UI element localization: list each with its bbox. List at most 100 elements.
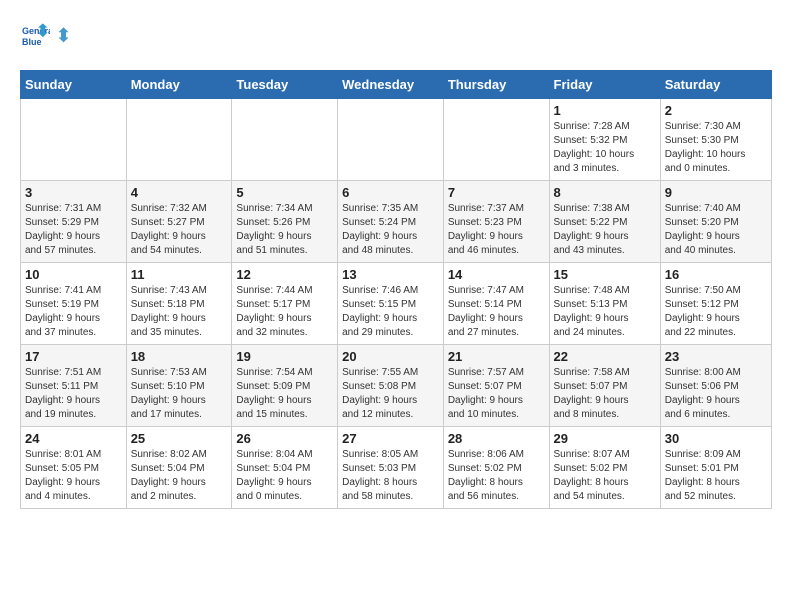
header-cell-saturday: Saturday [660, 71, 771, 99]
header-cell-wednesday: Wednesday [338, 71, 444, 99]
day-number: 4 [131, 185, 228, 200]
day-info: Sunrise: 7:57 AM Sunset: 5:07 PM Dayligh… [448, 366, 545, 422]
calendar-table: SundayMondayTuesdayWednesdayThursdayFrid… [20, 70, 772, 509]
day-info: Sunrise: 7:38 AM Sunset: 5:22 PM Dayligh… [554, 202, 656, 258]
day-info: Sunrise: 7:37 AM Sunset: 5:23 PM Dayligh… [448, 202, 545, 258]
day-cell: 25 Sunrise: 8:02 AM Sunset: 5:04 PM Dayli… [126, 427, 232, 509]
week-row-0: 1 Sunrise: 7:28 AM Sunset: 5:32 PM Daylig… [21, 99, 772, 181]
day-number: 23 [665, 349, 767, 364]
day-number: 12 [236, 267, 333, 282]
day-info: Sunrise: 7:32 AM Sunset: 5:27 PM Dayligh… [131, 202, 228, 258]
day-number: 14 [448, 267, 545, 282]
day-number: 2 [665, 103, 767, 118]
header-cell-thursday: Thursday [443, 71, 549, 99]
day-number: 18 [131, 349, 228, 364]
day-number: 10 [25, 267, 122, 282]
day-info: Sunrise: 7:48 AM Sunset: 5:13 PM Dayligh… [554, 284, 656, 340]
day-info: Sunrise: 7:51 AM Sunset: 5:11 PM Dayligh… [25, 366, 122, 422]
day-cell: 21 Sunrise: 7:57 AM Sunset: 5:07 PM Dayli… [443, 345, 549, 427]
header-cell-sunday: Sunday [21, 71, 127, 99]
day-info: Sunrise: 7:50 AM Sunset: 5:12 PM Dayligh… [665, 284, 767, 340]
day-number: 28 [448, 431, 545, 446]
day-cell [443, 99, 549, 181]
day-number: 1 [554, 103, 656, 118]
day-cell: 11Sunrise: 7:43 AM Sunset: 5:18 PM Dayli… [126, 263, 232, 345]
week-row-4: 24 Sunrise: 8:01 AM Sunset: 5:05 PM Dayli… [21, 427, 772, 509]
day-cell: 15 Sunrise: 7:48 AM Sunset: 5:13 PM Dayli… [549, 263, 660, 345]
day-info: Sunrise: 7:28 AM Sunset: 5:32 PM Dayligh… [554, 120, 656, 176]
day-info: Sunrise: 8:07 AM Sunset: 5:02 PM Dayligh… [554, 448, 656, 504]
day-number: 19 [236, 349, 333, 364]
day-number: 16 [665, 267, 767, 282]
day-cell: 16 Sunrise: 7:50 AM Sunset: 5:12 PM Dayli… [660, 263, 771, 345]
day-number: 6 [342, 185, 439, 200]
day-cell: 9 Sunrise: 7:40 AM Sunset: 5:20 PM Daylig… [660, 181, 771, 263]
day-number: 7 [448, 185, 545, 200]
day-number: 21 [448, 349, 545, 364]
day-number: 22 [554, 349, 656, 364]
day-info: Sunrise: 7:46 AM Sunset: 5:15 PM Dayligh… [342, 284, 439, 340]
day-cell [21, 99, 127, 181]
day-cell: 28Sunrise: 8:06 AM Sunset: 5:02 PM Dayli… [443, 427, 549, 509]
day-number: 25 [131, 431, 228, 446]
header-cell-tuesday: Tuesday [232, 71, 338, 99]
day-number: 17 [25, 349, 122, 364]
day-info: Sunrise: 8:01 AM Sunset: 5:05 PM Dayligh… [25, 448, 122, 504]
day-cell: 10Sunrise: 7:41 AM Sunset: 5:19 PM Dayli… [21, 263, 127, 345]
day-info: Sunrise: 8:00 AM Sunset: 5:06 PM Dayligh… [665, 366, 767, 422]
svg-text:Blue: Blue [22, 37, 42, 47]
day-info: Sunrise: 8:02 AM Sunset: 5:04 PM Dayligh… [131, 448, 228, 504]
day-cell: 22 Sunrise: 7:58 AM Sunset: 5:07 PM Dayli… [549, 345, 660, 427]
day-number: 26 [236, 431, 333, 446]
day-info: Sunrise: 7:54 AM Sunset: 5:09 PM Dayligh… [236, 366, 333, 422]
week-row-3: 17 Sunrise: 7:51 AM Sunset: 5:11 PM Dayli… [21, 345, 772, 427]
day-cell: 12 Sunrise: 7:44 AM Sunset: 5:17 PM Dayli… [232, 263, 338, 345]
day-info: Sunrise: 7:34 AM Sunset: 5:26 PM Dayligh… [236, 202, 333, 258]
day-cell: 3 Sunrise: 7:31 AM Sunset: 5:29 PM Daylig… [21, 181, 127, 263]
day-cell: 8 Sunrise: 7:38 AM Sunset: 5:22 PM Daylig… [549, 181, 660, 263]
day-info: Sunrise: 7:55 AM Sunset: 5:08 PM Dayligh… [342, 366, 439, 422]
day-cell [338, 99, 444, 181]
day-cell: 5 Sunrise: 7:34 AM Sunset: 5:26 PM Daylig… [232, 181, 338, 263]
day-cell: 4 Sunrise: 7:32 AM Sunset: 5:27 PM Daylig… [126, 181, 232, 263]
day-info: Sunrise: 8:04 AM Sunset: 5:04 PM Dayligh… [236, 448, 333, 504]
calendar-header: SundayMondayTuesdayWednesdayThursdayFrid… [21, 71, 772, 99]
day-cell: 17 Sunrise: 7:51 AM Sunset: 5:11 PM Dayli… [21, 345, 127, 427]
day-cell [126, 99, 232, 181]
day-info: Sunrise: 7:40 AM Sunset: 5:20 PM Dayligh… [665, 202, 767, 258]
week-row-1: 3 Sunrise: 7:31 AM Sunset: 5:29 PM Daylig… [21, 181, 772, 263]
day-number: 9 [665, 185, 767, 200]
day-cell: 26 Sunrise: 8:04 AM Sunset: 5:04 PM Dayli… [232, 427, 338, 509]
day-cell: 1 Sunrise: 7:28 AM Sunset: 5:32 PM Daylig… [549, 99, 660, 181]
day-cell: 29 Sunrise: 8:07 AM Sunset: 5:02 PM Dayli… [549, 427, 660, 509]
day-number: 27 [342, 431, 439, 446]
day-cell: 30Sunrise: 8:09 AM Sunset: 5:01 PM Dayli… [660, 427, 771, 509]
day-number: 8 [554, 185, 656, 200]
day-info: Sunrise: 7:53 AM Sunset: 5:10 PM Dayligh… [131, 366, 228, 422]
calendar-body: 1 Sunrise: 7:28 AM Sunset: 5:32 PM Daylig… [21, 99, 772, 509]
day-info: Sunrise: 7:31 AM Sunset: 5:29 PM Dayligh… [25, 202, 122, 258]
header-row: SundayMondayTuesdayWednesdayThursdayFrid… [21, 71, 772, 99]
day-cell: 20 Sunrise: 7:55 AM Sunset: 5:08 PM Dayli… [338, 345, 444, 427]
day-number: 13 [342, 267, 439, 282]
day-info: Sunrise: 8:05 AM Sunset: 5:03 PM Dayligh… [342, 448, 439, 504]
day-cell: 7 Sunrise: 7:37 AM Sunset: 5:23 PM Daylig… [443, 181, 549, 263]
day-cell: 24 Sunrise: 8:01 AM Sunset: 5:05 PM Dayli… [21, 427, 127, 509]
week-row-2: 10Sunrise: 7:41 AM Sunset: 5:19 PM Dayli… [21, 263, 772, 345]
day-number: 11 [131, 267, 228, 282]
header-cell-friday: Friday [549, 71, 660, 99]
day-number: 24 [25, 431, 122, 446]
day-number: 20 [342, 349, 439, 364]
day-info: Sunrise: 7:44 AM Sunset: 5:17 PM Dayligh… [236, 284, 333, 340]
day-number: 29 [554, 431, 656, 446]
day-cell: 13 Sunrise: 7:46 AM Sunset: 5:15 PM Dayli… [338, 263, 444, 345]
day-info: Sunrise: 7:30 AM Sunset: 5:30 PM Dayligh… [665, 120, 767, 176]
day-number: 3 [25, 185, 122, 200]
day-cell: 2 Sunrise: 7:30 AM Sunset: 5:30 PM Daylig… [660, 99, 771, 181]
day-info: Sunrise: 8:09 AM Sunset: 5:01 PM Dayligh… [665, 448, 767, 504]
day-cell [232, 99, 338, 181]
day-number: 15 [554, 267, 656, 282]
day-info: Sunrise: 7:58 AM Sunset: 5:07 PM Dayligh… [554, 366, 656, 422]
day-number: 5 [236, 185, 333, 200]
day-cell: 6Sunrise: 7:35 AM Sunset: 5:24 PM Daylig… [338, 181, 444, 263]
